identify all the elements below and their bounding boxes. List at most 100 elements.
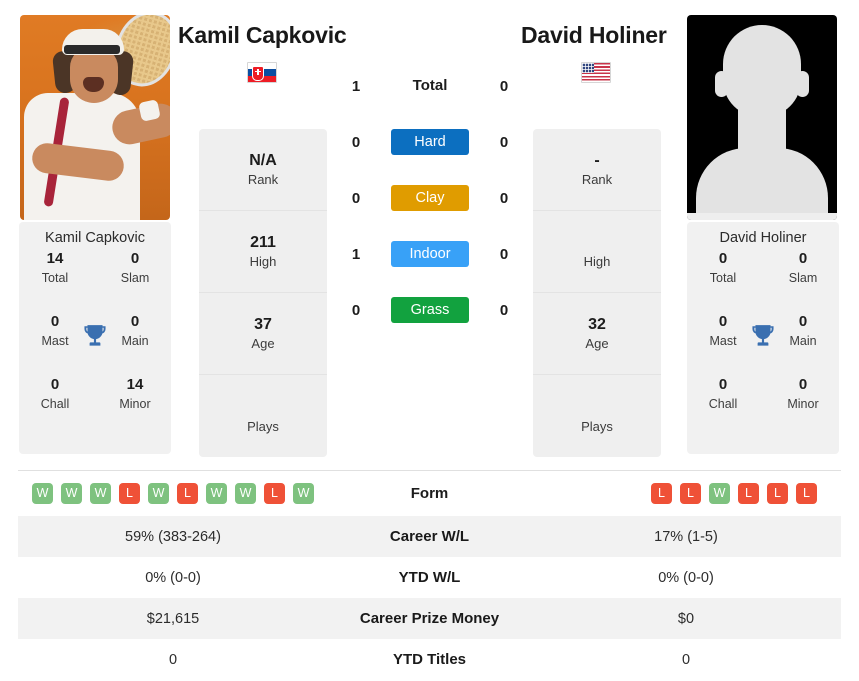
h2h-hard-left-score: 0 — [351, 133, 361, 151]
titles-total-left-value: 14 — [46, 250, 64, 267]
player-card-left-name: Kamil Capkovic — [45, 230, 145, 246]
h2h-indoor-left-score: 1 — [351, 245, 361, 263]
h2h-clay-row: 0 Clay 0 — [345, 170, 515, 226]
titles-mast-right-label: Mast — [709, 334, 737, 348]
silhouette-ear-left — [715, 71, 728, 97]
titles-mast-left-value: 0 — [50, 313, 60, 330]
titles-slam-right-value: 0 — [798, 250, 808, 267]
titles-minor-left-value: 14 — [126, 376, 144, 393]
h2h-hard-row: 0 Hard 0 — [345, 114, 515, 170]
info-plays-left: Plays — [199, 375, 327, 457]
form-badge-left-3[interactable]: L — [119, 483, 140, 504]
form-badges-left: WWWLWLWWLW — [18, 483, 348, 504]
info-plays-left-label: Plays — [247, 418, 279, 434]
titles-row-mast-main-right: 0 Mast 0 Main — [697, 311, 829, 374]
form-badge-left-2[interactable]: W — [90, 483, 111, 504]
form-badge-left-4[interactable]: W — [148, 483, 169, 504]
silhouette-neck — [738, 107, 786, 151]
form-badge-left-8[interactable]: L — [264, 483, 285, 504]
info-high-right: High — [533, 211, 661, 293]
silhouette-head — [723, 25, 801, 117]
h2h-hard-right-score: 0 — [499, 133, 509, 151]
form-badge-right-1[interactable]: L — [680, 483, 701, 504]
titles-slam-left-label: Slam — [120, 271, 150, 285]
titles-total-left-label: Total — [41, 271, 69, 285]
slovakia-flag-icon — [247, 62, 277, 83]
h2h-indoor-row: 1 Indoor 0 — [345, 226, 515, 282]
titles-total-right-label: Total — [709, 271, 737, 285]
titles-mast-right-value: 0 — [718, 313, 728, 330]
info-rank-left: N/A Rank — [199, 129, 327, 211]
info-age-right-value: 32 — [588, 316, 606, 333]
titles-main-right-value: 0 — [798, 313, 808, 330]
table-row: 0% (0-0) YTD W/L 0% (0-0) — [18, 557, 841, 598]
titles-mast-left-label: Mast — [41, 334, 69, 348]
player-card-left: Kamil Capkovic 14 Total 0 Slam 0 Mast 0 … — [19, 222, 171, 454]
titles-chall-left-label: Chall — [40, 397, 70, 411]
flag-shield — [252, 66, 264, 81]
player-card-right-name: David Holiner — [719, 230, 807, 246]
form-badge-left-6[interactable]: W — [206, 483, 227, 504]
surface-badge-clay[interactable]: Clay — [391, 185, 469, 211]
form-badge-right-5[interactable]: L — [796, 483, 817, 504]
form-badge-left-0[interactable]: W — [32, 483, 53, 504]
usa-flag-icon — [581, 62, 611, 83]
info-high-left-value: 211 — [250, 234, 276, 251]
form-badge-left-1[interactable]: W — [61, 483, 82, 504]
form-badge-left-9[interactable]: W — [293, 483, 314, 504]
trophy-icon — [82, 323, 108, 351]
form-badge-right-3[interactable]: L — [738, 483, 759, 504]
player-photo-right-placeholder — [687, 15, 837, 220]
form-badge-right-2[interactable]: W — [709, 483, 730, 504]
surface-badge-grass[interactable]: Grass — [391, 297, 469, 323]
form-badges-right: LLWLLL — [511, 483, 841, 504]
h2h-clay-left-score: 0 — [351, 189, 361, 207]
form-label: Form — [410, 485, 449, 502]
player-photo-right[interactable] — [687, 15, 837, 220]
titles-main-left-label: Main — [121, 334, 149, 348]
player-photo-left-image — [20, 15, 170, 220]
h2h-surface-column: 1 Total 0 0 Hard 0 0 Clay 0 1 Indoor 0 0… — [345, 58, 515, 338]
surface-badge-hard[interactable]: Hard — [391, 129, 469, 155]
info-rank-right-label: Rank — [581, 172, 613, 187]
h2h-total-right-score: 0 — [499, 77, 509, 95]
form-badge-right-0[interactable]: L — [651, 483, 672, 504]
titles-row-total-slam-right: 0 Total 0 Slam — [697, 248, 829, 311]
form-badge-left-7[interactable]: W — [235, 483, 256, 504]
career-prize-money-label: Career Prize Money — [359, 610, 500, 627]
info-column-left: N/A Rank 211 High 37 Age Plays — [199, 129, 327, 457]
info-age-left-value: 37 — [254, 316, 272, 333]
info-rank-right: - Rank — [533, 129, 661, 211]
info-rank-left-label: Rank — [247, 172, 279, 187]
titles-minor-right-value: 0 — [798, 376, 808, 393]
silhouette-shoulders — [696, 148, 828, 214]
table-row: 59% (383-264) Career W/L 17% (1-5) — [18, 516, 841, 557]
h2h-total-row: 1 Total 0 — [345, 58, 515, 114]
ytd-titles-label: YTD Titles — [392, 651, 467, 668]
surface-badge-indoor[interactable]: Indoor — [391, 241, 469, 267]
h2h-grass-left-score: 0 — [351, 301, 361, 319]
player-face — [70, 47, 118, 103]
info-high-left-label: High — [249, 254, 277, 269]
player-cap-band — [64, 45, 120, 54]
titles-chall-left-value: 0 — [50, 376, 60, 393]
ytd-wl-label: YTD W/L — [398, 569, 461, 586]
stats-table: 59% (383-264) Career W/L 17% (1-5) 0% (0… — [18, 516, 841, 680]
player-photo-left[interactable] — [20, 15, 170, 220]
h2h-total-left-score: 1 — [351, 77, 361, 95]
titles-total-right-value: 0 — [718, 250, 728, 267]
info-rank-right-value: - — [594, 152, 600, 169]
titles-chall-right-label: Chall — [708, 397, 738, 411]
form-badge-right-4[interactable]: L — [767, 483, 788, 504]
titles-row-chall-minor-right: 0 Chall 0 Minor — [697, 374, 829, 437]
titles-minor-right-label: Minor — [787, 397, 819, 411]
career-wl-right-value: 17% (1-5) — [654, 528, 718, 545]
ytd-titles-left-value: 0 — [168, 651, 178, 668]
form-badge-left-5[interactable]: L — [177, 483, 198, 504]
h2h-clay-right-score: 0 — [499, 189, 509, 207]
silhouette-ear-right — [796, 71, 809, 97]
player-name-left: Kamil Capkovic — [178, 22, 347, 48]
info-age-left-label: Age — [251, 336, 275, 351]
h2h-grass-row: 0 Grass 0 — [345, 282, 515, 338]
titles-main-left-value: 0 — [130, 313, 140, 330]
